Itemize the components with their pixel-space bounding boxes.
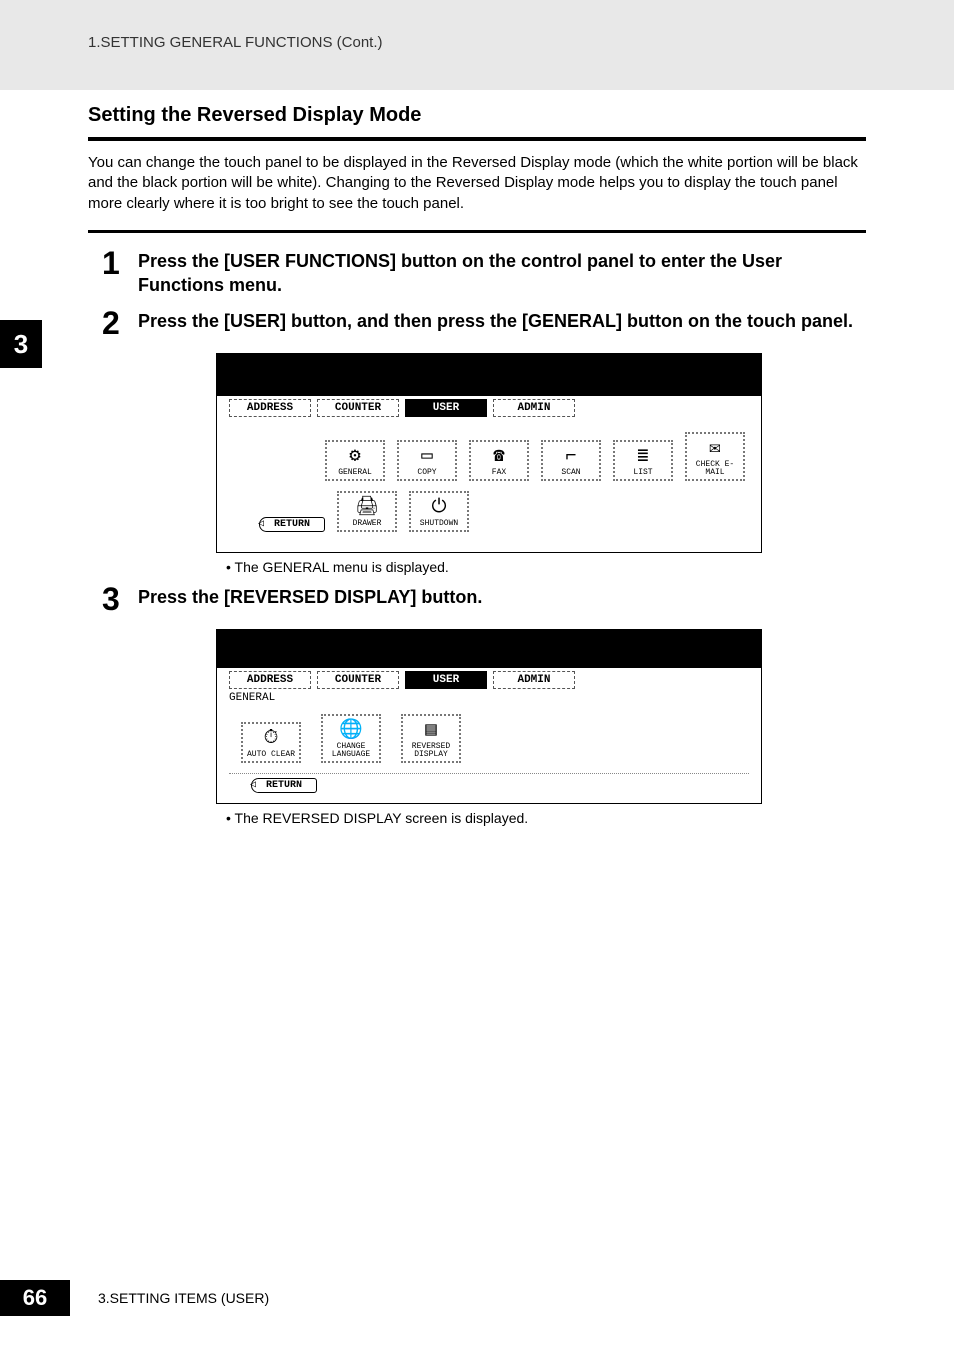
copy-button[interactable]: ▭ COPY xyxy=(397,440,457,481)
fax-button[interactable]: ☎ FAX xyxy=(469,440,529,481)
return-button[interactable]: RETURN xyxy=(259,517,325,532)
fax-icon: ☎ xyxy=(471,445,527,469)
breadcrumb-general: GENERAL xyxy=(217,692,761,708)
tab-address[interactable]: ADDRESS xyxy=(229,671,311,689)
list-button[interactable]: ≣ LIST xyxy=(613,440,673,481)
shutdown-icon: ⏻ xyxy=(411,496,467,520)
steps-rule xyxy=(88,230,866,233)
auto-clear-icon: ⏱ xyxy=(243,727,299,751)
shutdown-button[interactable]: ⏻ SHUTDOWN xyxy=(409,491,469,532)
list-icon: ≣ xyxy=(615,445,671,469)
tab-admin[interactable]: ADMIN xyxy=(493,671,575,689)
step-number: 1 xyxy=(102,247,124,279)
step-3: 3 Press the [REVERSED DISPLAY] button. xyxy=(102,583,866,615)
step-text: Press the [REVERSED DISPLAY] button. xyxy=(138,583,482,609)
check-email-button[interactable]: ✉ CHECK E-MAIL xyxy=(685,432,745,481)
globe-icon: 🌐 xyxy=(323,719,379,743)
drawer-button[interactable]: 🖨 DRAWER xyxy=(337,491,397,532)
copy-icon: ▭ xyxy=(399,445,455,469)
drawer-icon: 🖨 xyxy=(339,496,395,520)
section-intro: You can change the touch panel to be dis… xyxy=(88,153,866,214)
screenshot-titlebar xyxy=(217,630,761,668)
step-1: 1 Press the [USER FUNCTIONS] button on t… xyxy=(102,247,866,298)
footer-chapter-title: 3.SETTING ITEMS (USER) xyxy=(98,1290,269,1306)
running-header: 1.SETTING GENERAL FUNCTIONS (Cont.) xyxy=(88,34,954,51)
return-button[interactable]: RETURN xyxy=(251,778,317,793)
tab-address[interactable]: ADDRESS xyxy=(229,399,311,417)
email-icon: ✉ xyxy=(687,437,743,461)
general-icon: ⚙ xyxy=(327,445,383,469)
chapter-side-tab: 3 xyxy=(0,320,42,368)
page-number: 66 xyxy=(0,1280,70,1316)
section-rule xyxy=(88,137,866,141)
auto-clear-button[interactable]: ⏱ AUTO CLEAR xyxy=(241,722,301,763)
reversed-display-button[interactable]: ▤ REVERSED DISPLAY xyxy=(401,714,461,763)
step-number: 3 xyxy=(102,583,124,615)
change-language-button[interactable]: 🌐 CHANGE LANGUAGE xyxy=(321,714,381,763)
step-text: Press the [USER FUNCTIONS] button on the… xyxy=(138,247,866,298)
tab-user[interactable]: USER xyxy=(405,399,487,417)
reversed-display-icon: ▤ xyxy=(403,719,459,743)
step-2-note: The GENERAL menu is displayed. xyxy=(226,559,866,575)
scan-button[interactable]: ⌐ SCAN xyxy=(541,440,601,481)
tab-counter[interactable]: COUNTER xyxy=(317,671,399,689)
screenshot-titlebar xyxy=(217,354,761,396)
step-2: 2 Press the [USER] button, and then pres… xyxy=(102,307,866,339)
section-title: Setting the Reversed Display Mode xyxy=(88,104,866,127)
step-3-note: The REVERSED DISPLAY screen is displayed… xyxy=(226,810,866,826)
page-footer: 66 3.SETTING ITEMS (USER) xyxy=(0,1280,269,1316)
general-button[interactable]: ⚙ GENERAL xyxy=(325,440,385,481)
step-number: 2 xyxy=(102,307,124,339)
scan-icon: ⌐ xyxy=(543,445,599,469)
tab-user[interactable]: USER xyxy=(405,671,487,689)
touch-panel-screenshot-2: ADDRESS COUNTER USER ADMIN GENERAL ⏱ AUT… xyxy=(216,629,762,804)
tab-row: ADDRESS COUNTER USER ADMIN xyxy=(217,668,761,692)
touch-panel-screenshot-1: ADDRESS COUNTER USER ADMIN ⚙ GENERAL ▭ C… xyxy=(216,353,762,553)
step-text: Press the [USER] button, and then press … xyxy=(138,307,853,333)
divider xyxy=(229,773,749,774)
tab-admin[interactable]: ADMIN xyxy=(493,399,575,417)
tab-row: ADDRESS COUNTER USER ADMIN xyxy=(217,396,761,420)
tab-counter[interactable]: COUNTER xyxy=(317,399,399,417)
